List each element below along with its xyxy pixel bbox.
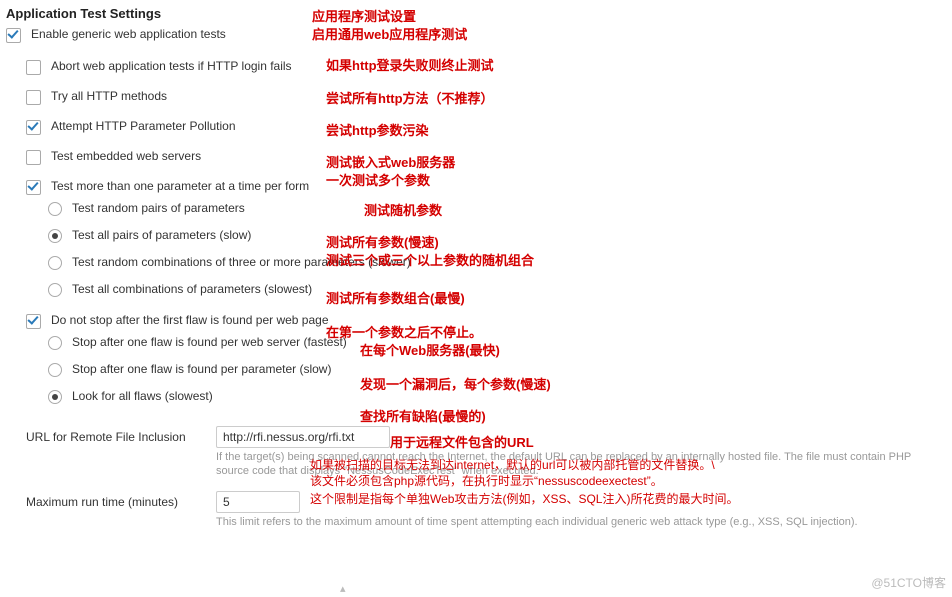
random-comb-radio[interactable] — [48, 256, 62, 270]
anno-randpairs: 测试随机参数 — [364, 200, 442, 219]
anno-perparam: 发现一个漏洞后，每个参数(慢速) — [360, 374, 551, 393]
multi-param-checkbox[interactable] — [26, 180, 41, 195]
per-param-radio[interactable] — [48, 363, 62, 377]
abort-login-checkbox[interactable] — [26, 60, 41, 75]
attempt-pollution-checkbox[interactable] — [26, 120, 41, 135]
no-stop-checkbox[interactable] — [26, 314, 41, 329]
random-pairs-label: Test random pairs of parameters — [72, 201, 245, 215]
anno-allcomb: 测试所有参数组合(最慢) — [326, 288, 465, 307]
embedded-servers-label: Test embedded web servers — [51, 149, 201, 163]
runtime-input[interactable] — [216, 491, 300, 513]
page-title: Application Test Settings — [6, 6, 946, 21]
all-pairs-label: Test all pairs of parameters (slow) — [72, 228, 251, 242]
per-server-label: Stop after one flaw is found per web ser… — [72, 335, 347, 349]
anno-nostop: 在第一个参数之后不停止。 — [326, 322, 482, 341]
runtime-label: Maximum run time (minutes) — [26, 495, 216, 509]
anno-rfi: 用于远程文件包含的URL — [390, 432, 534, 451]
anno-rfi-hint1: 如果被扫描的目标无法到达internet，默认的url可以被内部托管的文件替换。… — [310, 456, 715, 473]
anno-abort: 如果http登录失败则终止测试 — [326, 55, 494, 74]
look-all-label: Look for all flaws (slowest) — [72, 389, 213, 403]
all-comb-radio[interactable] — [48, 283, 62, 297]
anno-tryall: 尝试所有http方法（不推荐） — [326, 88, 494, 107]
collapse-caret-icon[interactable]: ▴ — [340, 582, 346, 595]
anno-perserver: 在每个Web服务器(最快) — [360, 340, 500, 359]
look-all-radio[interactable] — [48, 390, 62, 404]
rfi-url-input[interactable] — [216, 426, 390, 448]
no-stop-label: Do not stop after the first flaw is foun… — [51, 313, 329, 327]
abort-login-label: Abort web application tests if HTTP logi… — [51, 59, 292, 73]
anno-embedded: 测试嵌入式web服务器 — [326, 152, 455, 171]
anno-lookall: 查找所有缺陷(最慢的) — [360, 406, 486, 425]
random-pairs-radio[interactable] — [48, 202, 62, 216]
anno-allpairs: 测试所有参数(慢速) — [326, 232, 439, 251]
per-param-label: Stop after one flaw is found per paramet… — [72, 362, 331, 376]
anno-enable: 启用通用web应用程序测试 — [312, 24, 467, 43]
attempt-pollution-label: Attempt HTTP Parameter Pollution — [51, 119, 236, 133]
anno-attempt: 尝试http参数污染 — [326, 120, 429, 139]
rfi-url-label: URL for Remote File Inclusion — [26, 430, 216, 444]
anno-runtime: 这个限制是指每个单独Web攻击方法(例如，XSS、SQL注入)所花费的最大时间。 — [310, 490, 738, 507]
all-pairs-radio[interactable] — [48, 229, 62, 243]
multi-param-label: Test more than one parameter at a time p… — [51, 179, 309, 193]
runtime-hint: This limit refers to the maximum amount … — [216, 515, 916, 529]
embedded-servers-checkbox[interactable] — [26, 150, 41, 165]
enable-generic-label: Enable generic web application tests — [31, 27, 226, 41]
anno-multiparam: 一次测试多个参数 — [326, 170, 430, 189]
try-all-methods-checkbox[interactable] — [26, 90, 41, 105]
per-server-radio[interactable] — [48, 336, 62, 350]
try-all-methods-label: Try all HTTP methods — [51, 89, 167, 103]
anno-rfi-hint2: 该文件必须包含php源代码，在执行时显示“nessuscodeexectest”… — [310, 472, 663, 489]
enable-generic-checkbox[interactable] — [6, 28, 21, 43]
anno-heading: 应用程序测试设置 — [312, 6, 416, 25]
anno-randcomb: 测试三个或三个以上参数的随机组合 — [326, 250, 534, 269]
watermark: @51CTO博客 — [871, 574, 946, 591]
all-comb-label: Test all combinations of parameters (slo… — [72, 282, 312, 296]
